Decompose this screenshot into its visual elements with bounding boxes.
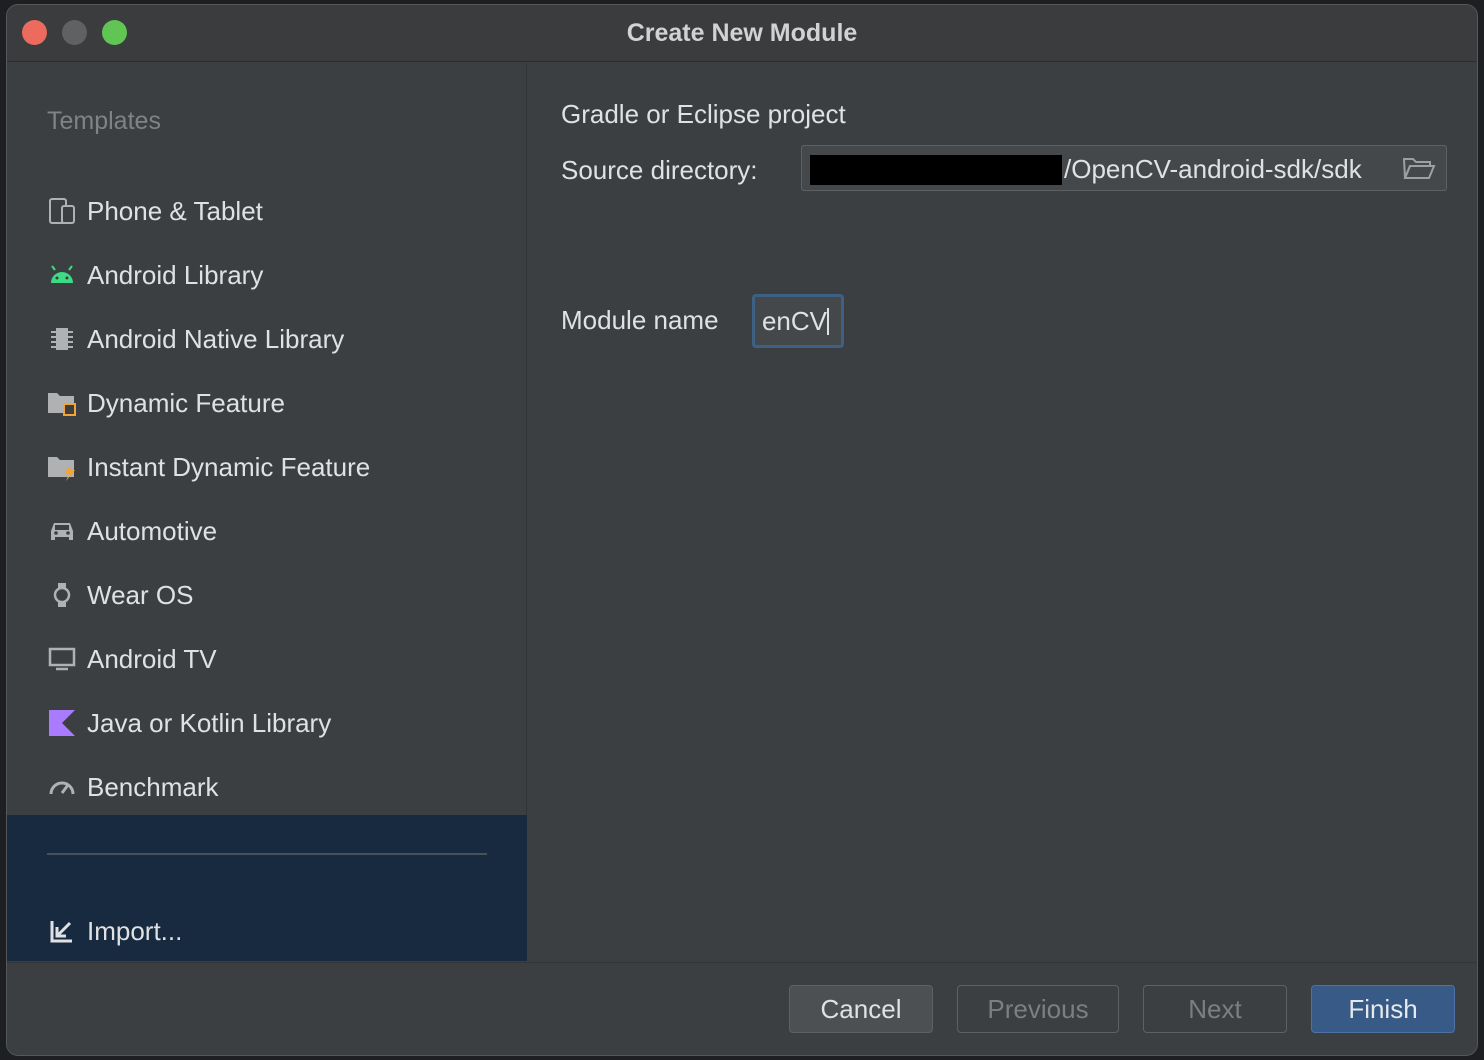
- browse-folder-icon[interactable]: [1402, 156, 1436, 182]
- module-name-field[interactable]: [752, 294, 844, 348]
- text-caret: [827, 308, 829, 335]
- template-label: Android Library: [87, 259, 264, 290]
- import-arrow-icon: [47, 916, 77, 946]
- template-wear-os[interactable]: Wear OS: [47, 575, 193, 615]
- template-label: Wear OS: [87, 579, 194, 610]
- window-title: Create New Module: [626, 19, 858, 47]
- template-java-kotlin-library[interactable]: Java or Kotlin Library: [47, 703, 331, 743]
- cancel-button[interactable]: Cancel: [789, 985, 933, 1033]
- template-label: Android TV: [87, 643, 217, 674]
- section-title: Gradle or Eclipse project: [561, 99, 846, 129]
- template-instant-dynamic-feature[interactable]: Instant Dynamic Feature: [47, 447, 370, 487]
- chip-icon: [47, 324, 77, 354]
- module-name-label: Module name: [561, 305, 719, 335]
- finish-button[interactable]: Finish: [1311, 985, 1455, 1033]
- sidebar-divider: [47, 853, 487, 855]
- import-label: Import...: [87, 915, 183, 946]
- previous-button[interactable]: Previous: [957, 985, 1119, 1033]
- template-automotive[interactable]: Automotive: [47, 511, 217, 551]
- template-label: Instant Dynamic Feature: [87, 451, 371, 482]
- import-section: Import...: [7, 815, 527, 961]
- instant-feature-folder-icon: [47, 452, 77, 482]
- source-directory-field[interactable]: /OpenCV-android-sdk/sdk: [801, 145, 1447, 191]
- phone-tablet-icon: [47, 196, 77, 226]
- android-icon: [47, 260, 77, 290]
- kotlin-icon: [47, 708, 77, 738]
- dynamic-feature-folder-icon: [47, 388, 77, 418]
- template-android-native-library[interactable]: Android Native Library: [47, 319, 344, 359]
- create-new-module-dialog: Create New Module Templates Phone & Tabl…: [6, 4, 1478, 1056]
- template-label: Android Native Library: [87, 323, 345, 354]
- gauge-icon: [47, 772, 77, 802]
- watch-icon: [47, 580, 77, 610]
- templates-heading: Templates: [47, 107, 161, 135]
- template-label: Phone & Tablet: [87, 195, 263, 226]
- template-dynamic-feature[interactable]: Dynamic Feature: [47, 383, 285, 423]
- source-directory-value: /OpenCV-android-sdk/sdk: [1064, 154, 1362, 184]
- dialog-footer: Cancel Previous Next Finish: [7, 962, 1477, 1055]
- source-directory-label: Source directory:: [561, 155, 758, 185]
- module-settings-panel: Gradle or Eclipse project Source directo…: [528, 63, 1477, 961]
- template-android-tv[interactable]: Android TV: [47, 639, 217, 679]
- templates-sidebar: Templates Phone & Tablet Android Library…: [7, 63, 527, 961]
- template-label: Automotive: [87, 515, 218, 546]
- template-phone-tablet[interactable]: Phone & Tablet: [47, 191, 263, 231]
- title-bar: Create New Module: [7, 5, 1477, 62]
- import-button[interactable]: Import...: [47, 911, 182, 951]
- template-android-library[interactable]: Android Library: [47, 255, 263, 295]
- template-benchmark[interactable]: Benchmark: [47, 767, 219, 807]
- template-label: Java or Kotlin Library: [87, 707, 332, 738]
- tv-icon: [47, 644, 77, 674]
- template-label: Dynamic Feature: [87, 387, 285, 418]
- template-label: Benchmark: [87, 771, 219, 802]
- next-button[interactable]: Next: [1143, 985, 1287, 1033]
- car-icon: [47, 516, 77, 546]
- redacted-path: [810, 155, 1062, 185]
